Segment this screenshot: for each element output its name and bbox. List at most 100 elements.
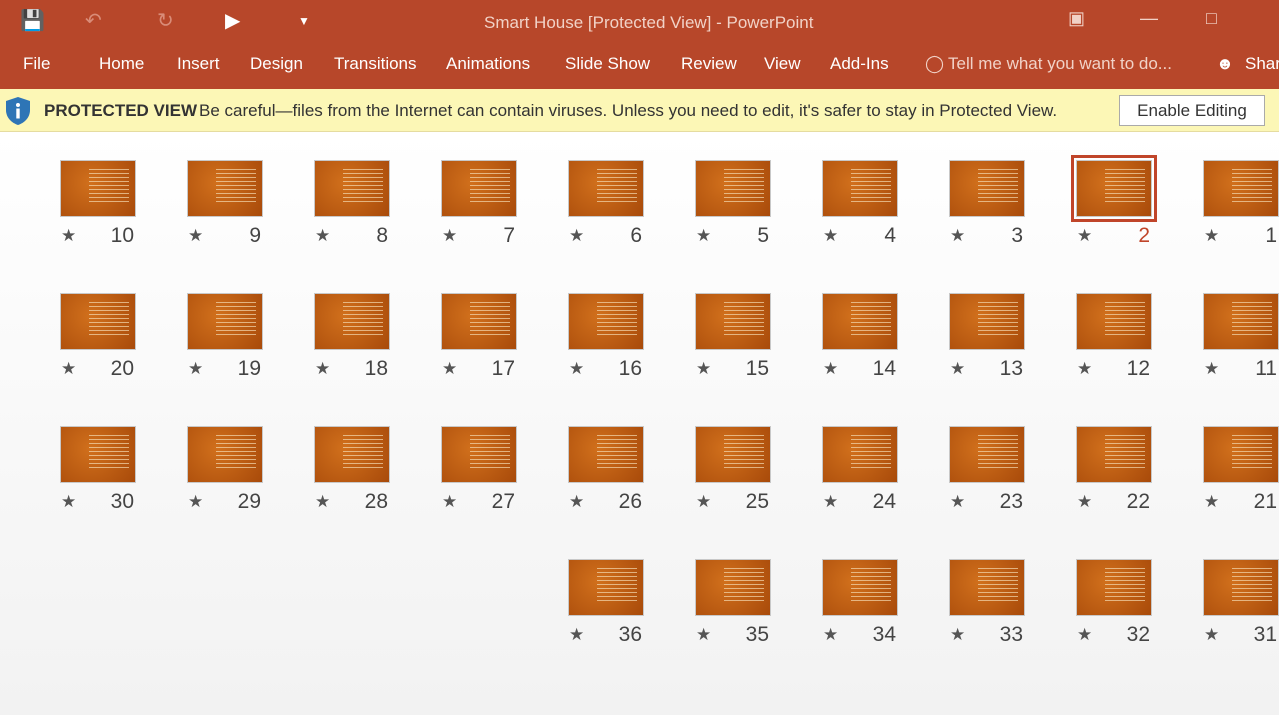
slide-content-preview (851, 435, 891, 471)
slide-thumbnail-26[interactable] (568, 426, 644, 483)
slide-thumbnail-1[interactable] (1203, 160, 1279, 217)
tab-transitions[interactable]: Transitions (334, 54, 417, 74)
save-icon[interactable]: 💾 (20, 8, 45, 33)
tab-file[interactable]: File (23, 54, 50, 74)
slide-thumbnail-7[interactable] (441, 160, 517, 217)
slide-thumbnail-13[interactable] (949, 293, 1025, 350)
animation-star-icon[interactable]: ★ (442, 226, 457, 246)
animation-star-icon[interactable]: ★ (1204, 226, 1219, 246)
slide-thumbnail-3[interactable] (949, 160, 1025, 217)
slide-thumbnail-19[interactable] (187, 293, 263, 350)
animation-star-icon[interactable]: ★ (950, 226, 965, 246)
animation-star-icon[interactable]: ★ (442, 492, 457, 512)
animation-star-icon[interactable]: ★ (61, 226, 76, 246)
tab-animations[interactable]: Animations (446, 54, 530, 74)
animation-star-icon[interactable]: ★ (1204, 359, 1219, 379)
slide-number: 26 (618, 490, 642, 513)
slide-thumbnail-30[interactable] (60, 426, 136, 483)
tab-review[interactable]: Review (681, 54, 737, 74)
minimize-icon[interactable]: — (1140, 8, 1158, 29)
animation-star-icon[interactable]: ★ (188, 359, 203, 379)
tab-home[interactable]: Home (99, 54, 144, 74)
slide-content-preview (1105, 302, 1145, 338)
slide-thumbnail-10[interactable] (60, 160, 136, 217)
slide-thumbnail-9[interactable] (187, 160, 263, 217)
slide-thumbnail-21[interactable] (1203, 426, 1279, 483)
slide-thumbnail-33[interactable] (949, 559, 1025, 616)
ribbon-display-icon[interactable]: ▣ (1068, 8, 1085, 29)
share-icon[interactable]: ☻ (1216, 54, 1234, 74)
slide-number: 6 (630, 224, 642, 247)
slide-thumbnail-18[interactable] (314, 293, 390, 350)
slide-thumbnail-12[interactable] (1076, 293, 1152, 350)
tell-me-input[interactable]: Tell me what you want to do... (948, 54, 1172, 74)
animation-star-icon[interactable]: ★ (1204, 492, 1219, 512)
animation-star-icon[interactable]: ★ (950, 359, 965, 379)
animation-star-icon[interactable]: ★ (696, 625, 711, 645)
animation-star-icon[interactable]: ★ (61, 359, 76, 379)
tab-slide-show[interactable]: Slide Show (565, 54, 650, 74)
protected-view-bar: PROTECTED VIEW Be careful—files from the… (0, 89, 1279, 132)
start-from-beginning-icon[interactable]: ▶ (225, 8, 240, 33)
animation-star-icon[interactable]: ★ (1077, 226, 1092, 246)
animation-star-icon[interactable]: ★ (1077, 492, 1092, 512)
animation-star-icon[interactable]: ★ (823, 359, 838, 379)
animation-star-icon[interactable]: ★ (1077, 359, 1092, 379)
animation-star-icon[interactable]: ★ (696, 492, 711, 512)
animation-star-icon[interactable]: ★ (950, 492, 965, 512)
slide-thumbnail-24[interactable] (822, 426, 898, 483)
animation-star-icon[interactable]: ★ (569, 226, 584, 246)
animation-star-icon[interactable]: ★ (442, 359, 457, 379)
animation-star-icon[interactable]: ★ (61, 492, 76, 512)
slide-thumbnail-15[interactable] (695, 293, 771, 350)
animation-star-icon[interactable]: ★ (823, 625, 838, 645)
animation-star-icon[interactable]: ★ (315, 226, 330, 246)
redo-icon[interactable]: ↻ (157, 8, 174, 33)
slide-thumbnail-16[interactable] (568, 293, 644, 350)
animation-star-icon[interactable]: ★ (188, 226, 203, 246)
animation-star-icon[interactable]: ★ (315, 492, 330, 512)
tab-insert[interactable]: Insert (177, 54, 220, 74)
animation-star-icon[interactable]: ★ (696, 226, 711, 246)
slide-thumbnail-4[interactable] (822, 160, 898, 217)
maximize-icon[interactable]: □ (1206, 8, 1217, 29)
slide-thumbnail-22[interactable] (1076, 426, 1152, 483)
undo-icon[interactable]: ↶ (85, 8, 102, 33)
slide-thumbnail-23[interactable] (949, 426, 1025, 483)
slide-thumbnail-8[interactable] (314, 160, 390, 217)
share-button[interactable]: Share (1245, 54, 1279, 74)
animation-star-icon[interactable]: ★ (1077, 625, 1092, 645)
slide-thumbnail-25[interactable] (695, 426, 771, 483)
slide-thumbnail-36[interactable] (568, 559, 644, 616)
slide-thumbnail-17[interactable] (441, 293, 517, 350)
slide-thumbnail-20[interactable] (60, 293, 136, 350)
slide-thumbnail-11[interactable] (1203, 293, 1279, 350)
slide-thumbnail-5[interactable] (695, 160, 771, 217)
slide-thumbnail-14[interactable] (822, 293, 898, 350)
slide-thumbnail-31[interactable] (1203, 559, 1279, 616)
enable-editing-button[interactable]: Enable Editing (1119, 95, 1265, 126)
slide-thumbnail-2[interactable] (1071, 155, 1157, 222)
customize-qat-icon[interactable]: ▼ (298, 14, 310, 28)
animation-star-icon[interactable]: ★ (569, 625, 584, 645)
animation-star-icon[interactable]: ★ (315, 359, 330, 379)
tab-design[interactable]: Design (250, 54, 303, 74)
animation-star-icon[interactable]: ★ (569, 492, 584, 512)
slide-thumbnail-35[interactable] (695, 559, 771, 616)
animation-star-icon[interactable]: ★ (823, 492, 838, 512)
tab-add-ins[interactable]: Add-Ins (830, 54, 889, 74)
animation-star-icon[interactable]: ★ (696, 359, 711, 379)
animation-star-icon[interactable]: ★ (1204, 625, 1219, 645)
animation-star-icon[interactable]: ★ (950, 625, 965, 645)
animation-star-icon[interactable]: ★ (188, 492, 203, 512)
slide-thumbnail-34[interactable] (822, 559, 898, 616)
slide-thumbnail-32[interactable] (1076, 559, 1152, 616)
slide-thumbnail-28[interactable] (314, 426, 390, 483)
slide-thumbnail-29[interactable] (187, 426, 263, 483)
animation-star-icon[interactable]: ★ (569, 359, 584, 379)
slide-thumbnail-27[interactable] (441, 426, 517, 483)
animation-star-icon[interactable]: ★ (823, 226, 838, 246)
slide-thumbnail-6[interactable] (568, 160, 644, 217)
tab-view[interactable]: View (764, 54, 801, 74)
slide-number: 10 (110, 224, 134, 247)
